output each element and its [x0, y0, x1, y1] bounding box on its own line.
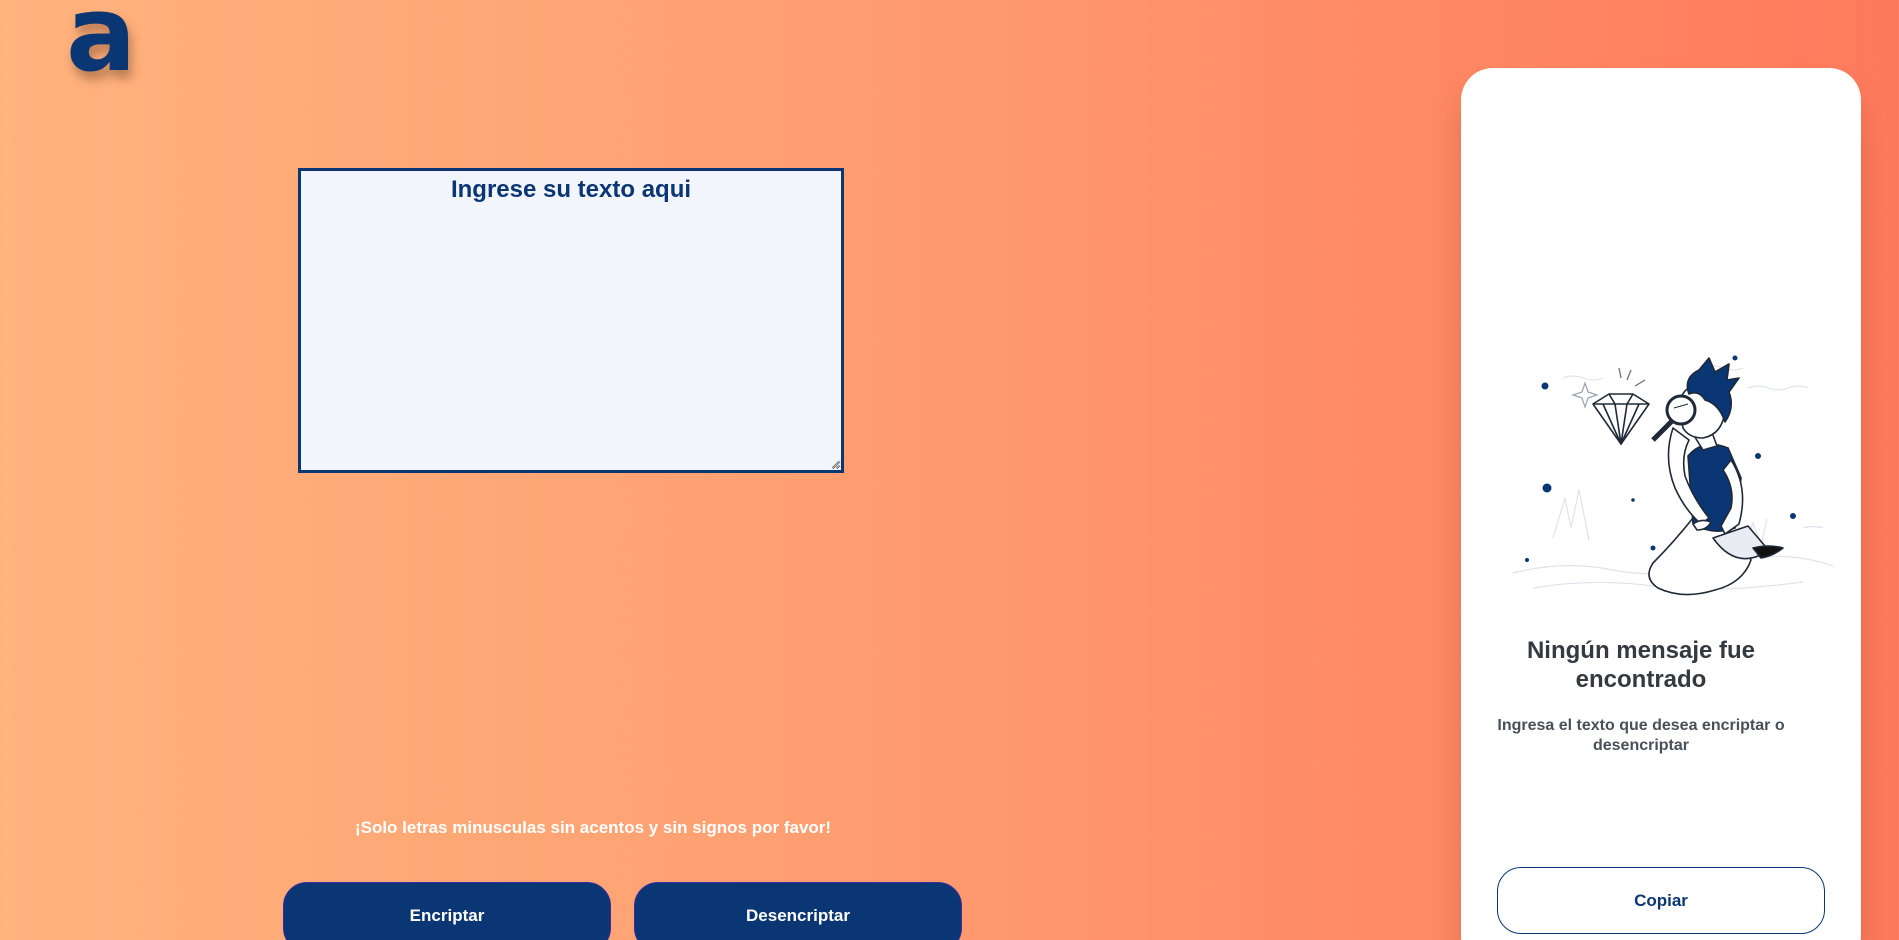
logo: a [66, 0, 137, 95]
text-input[interactable]: Ingrese su texto aqui [298, 168, 844, 473]
empty-result-description: Ingresa el texto que desea encriptar o d… [1497, 717, 1785, 754]
person-magnifying-glass-diamond-illustration [1512, 355, 1834, 596]
resize-grip-icon[interactable] [830, 459, 840, 469]
input-hint: ¡Solo letras minusculas sin acentos y si… [354, 818, 832, 837]
empty-result-title: Ningún mensaje fue encontrado [1526, 637, 1756, 693]
result-panel: Ningún mensaje fue encontrado Ingresa el… [1461, 68, 1861, 940]
decrypt-button[interactable]: Desencriptar [634, 882, 962, 940]
copy-button[interactable]: Copiar [1497, 867, 1825, 934]
encrypt-button[interactable]: Encriptar [283, 882, 611, 940]
text-input-placeholder: Ingrese su texto aqui [450, 176, 692, 203]
